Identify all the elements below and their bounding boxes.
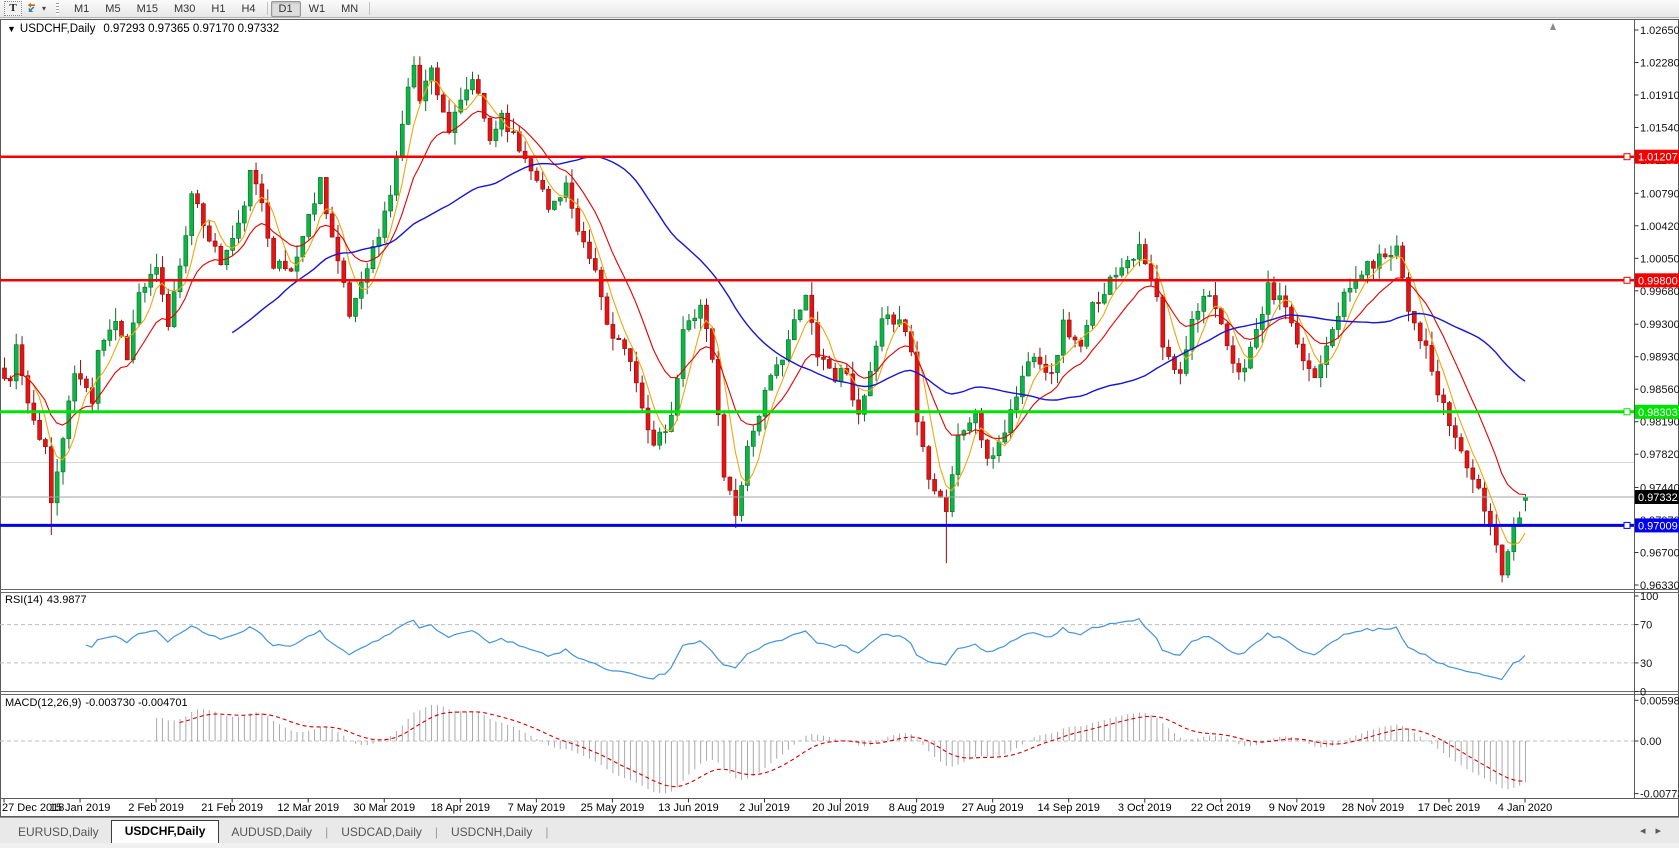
level-handle[interactable] <box>1624 409 1630 415</box>
svg-text:0.99300: 0.99300 <box>1640 319 1679 331</box>
svg-text:1.02650: 1.02650 <box>1640 25 1679 37</box>
svg-text:0.97009: 0.97009 <box>1638 520 1678 532</box>
svg-text:0.96700: 0.96700 <box>1640 548 1679 560</box>
chevron-down-icon: ▾ <box>42 4 46 13</box>
svg-text:0.99800: 0.99800 <box>1638 275 1678 287</box>
level-price-label: 1.01207 <box>1635 150 1679 164</box>
text-tool-button[interactable]: T <box>4 1 22 16</box>
svg-text:1.00790: 1.00790 <box>1640 188 1679 200</box>
svg-text:27 Aug 2019: 27 Aug 2019 <box>962 802 1024 814</box>
svg-text:20 Jul 2019: 20 Jul 2019 <box>812 802 869 814</box>
level-handle[interactable] <box>1624 522 1630 528</box>
timeframe-button-m1[interactable]: M1 <box>66 1 97 17</box>
ohlc-values: 0.97293 0.97365 0.97170 0.97332 <box>103 23 279 35</box>
tab-usdcad-daily[interactable]: USDCAD,Daily <box>329 823 434 843</box>
macd-name: MACD(12,26,9) <box>5 697 81 709</box>
svg-text:25 May 2019: 25 May 2019 <box>581 802 645 814</box>
svg-text:15 Jan 2019: 15 Jan 2019 <box>50 802 111 814</box>
tab-separator: | <box>544 823 549 843</box>
svg-text:0.00: 0.00 <box>1640 736 1661 748</box>
svg-text:4 Jan 2020: 4 Jan 2020 <box>1498 802 1552 814</box>
svg-text:13 Jun 2019: 13 Jun 2019 <box>658 802 719 814</box>
top-toolbar: T ▾ M1M5M15M30H1H4 D1W1MN <box>0 0 1679 18</box>
symbol-period-label: USDCHF,Daily <box>20 23 95 35</box>
svg-text:3 Oct 2019: 3 Oct 2019 <box>1118 802 1172 814</box>
price-chart-canvas[interactable]: 1.026501.022801.019101.015401.011701.007… <box>0 0 1679 843</box>
svg-text:30 Mar 2019: 30 Mar 2019 <box>353 802 415 814</box>
svg-text:22 Oct 2019: 22 Oct 2019 <box>1191 802 1251 814</box>
level-price-label: 0.98303 <box>1635 405 1679 419</box>
macd-indicator-label: MACD(12,26,9) -0.003730 -0.004701 <box>5 697 192 709</box>
tab-scroll-right-icon[interactable]: ▸ <box>1655 825 1671 837</box>
rsi-indicator-label: RSI(14) 43.9877 <box>5 594 91 606</box>
chart-window-frame <box>1 20 1679 817</box>
rsi-value: 43.9877 <box>47 594 87 606</box>
svg-text:70: 70 <box>1640 620 1652 632</box>
level-price-label: 0.99800 <box>1635 273 1679 287</box>
svg-text:2 Jul 2019: 2 Jul 2019 <box>739 802 790 814</box>
svg-text:1.00050: 1.00050 <box>1640 253 1679 265</box>
svg-text:0.98930: 0.98930 <box>1640 352 1679 364</box>
svg-text:0.98303: 0.98303 <box>1638 407 1678 419</box>
svg-text:28 Nov 2019: 28 Nov 2019 <box>1342 802 1404 814</box>
timeframe-button-m5[interactable]: M5 <box>97 1 128 17</box>
svg-text:14 Sep 2019: 14 Sep 2019 <box>1038 802 1100 814</box>
level-price-label: 0.97009 <box>1635 518 1679 532</box>
svg-text:21 Feb 2019: 21 Feb 2019 <box>201 802 263 814</box>
tab-scroll-left-icon[interactable]: ◂ <box>1640 825 1656 837</box>
current-price-label: 0.97332 <box>1635 490 1679 504</box>
tools-button[interactable]: ▾ <box>24 1 49 17</box>
svg-text:1.01207: 1.01207 <box>1638 152 1678 164</box>
level-handle[interactable] <box>1624 154 1630 160</box>
svg-text:0.97332: 0.97332 <box>1638 492 1678 504</box>
svg-text:0.99680: 0.99680 <box>1640 286 1679 298</box>
timeframe-group: M1M5M15M30H1H4 D1W1MN <box>66 1 373 17</box>
timeframe-button-mn[interactable]: MN <box>333 1 366 17</box>
dropdown-arrow-icon[interactable]: ▼ <box>7 24 16 34</box>
tab-audusd-daily[interactable]: AUDUSD,Daily <box>219 823 324 843</box>
tab-usdcnh-daily[interactable]: USDCNH,Daily <box>439 823 544 843</box>
chart-tabs-bar: EURUSD,DailyUSDCHF,DailyAUDUSD,Daily|USD… <box>0 817 1679 843</box>
svg-text:2 Feb 2019: 2 Feb 2019 <box>128 802 184 814</box>
rsi-name: RSI(14) <box>5 594 43 606</box>
tab-scroll-arrows: ◂▸ <box>1640 824 1671 837</box>
level-handle[interactable] <box>1624 277 1630 283</box>
svg-text:1.01910: 1.01910 <box>1640 90 1679 102</box>
svg-text:8 Aug 2019: 8 Aug 2019 <box>889 802 945 814</box>
toolbar-grip[interactable] <box>56 3 59 15</box>
svg-text:9 Nov 2019: 9 Nov 2019 <box>1269 802 1325 814</box>
svg-text:30: 30 <box>1640 658 1652 670</box>
svg-text:1.01540: 1.01540 <box>1640 123 1679 135</box>
svg-text:1.02280: 1.02280 <box>1640 58 1679 70</box>
svg-text:7 May 2019: 7 May 2019 <box>508 802 565 814</box>
arrange-arrows-icon <box>27 2 40 15</box>
svg-text:1.00420: 1.00420 <box>1640 221 1679 233</box>
tab-eurusd-daily[interactable]: EURUSD,Daily <box>6 823 111 843</box>
tab-usdchf-daily[interactable]: USDCHF,Daily <box>111 820 220 843</box>
timeframe-button-m15[interactable]: M15 <box>129 1 166 17</box>
timeframe-button-h1[interactable]: H1 <box>203 1 233 17</box>
timeframe-button-w1[interactable]: W1 <box>301 1 334 17</box>
timeframe-button-h4[interactable]: H4 <box>233 1 263 17</box>
timeframe-button-d1[interactable]: D1 <box>271 1 301 17</box>
svg-text:17 Dec 2019: 17 Dec 2019 <box>1418 802 1480 814</box>
macd-values: -0.003730 -0.004701 <box>85 697 187 709</box>
svg-text:12 Mar 2019: 12 Mar 2019 <box>277 802 339 814</box>
svg-text:100: 100 <box>1640 591 1658 603</box>
svg-text:0.97820: 0.97820 <box>1640 449 1679 461</box>
svg-text:0.005986: 0.005986 <box>1640 695 1679 707</box>
timeframe-button-m30[interactable]: M30 <box>166 1 203 17</box>
chart-title: ▼ USDCHF,Daily 0.97293 0.97365 0.97170 0.9… <box>7 23 279 35</box>
svg-text:18 Apr 2019: 18 Apr 2019 <box>431 802 490 814</box>
svg-text:0.98560: 0.98560 <box>1640 384 1679 396</box>
